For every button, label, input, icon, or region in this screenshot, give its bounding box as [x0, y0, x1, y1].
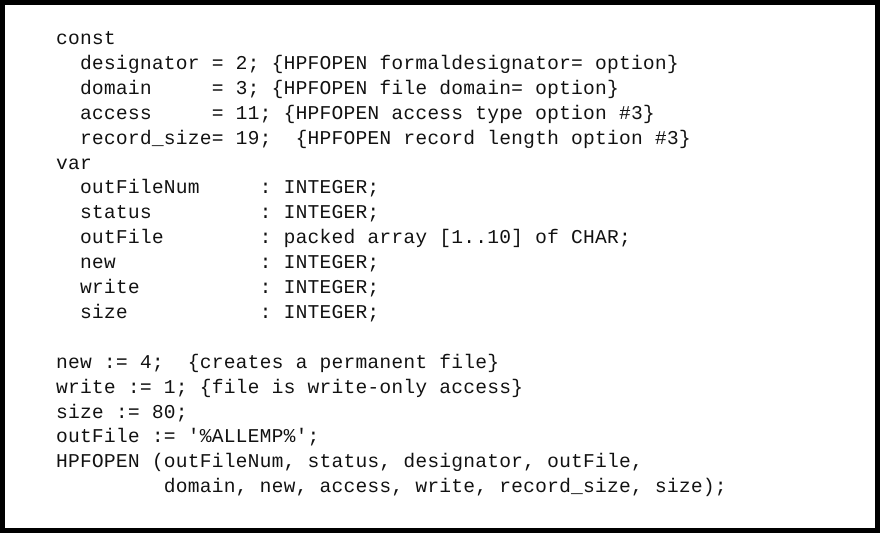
code-line: HPFOPEN (outFileNum, status, designator,… — [56, 451, 643, 474]
code-line: var — [56, 152, 92, 175]
code-line: size : INTEGER; — [56, 301, 380, 324]
code-line: access = 11; {HPFOPEN access type option… — [56, 102, 655, 125]
code-line: designator = 2; {HPFOPEN formaldesignato… — [56, 52, 679, 75]
code-line: outFile := '%ALLEMP%'; — [56, 426, 320, 449]
code-line: outFile : packed array [1..10] of CHAR; — [56, 227, 631, 250]
code-line: domain, new, access, write, record_size,… — [56, 476, 727, 499]
code-figure: const designator = 2; {HPFOPEN formaldes… — [0, 0, 880, 533]
code-line: domain = 3; {HPFOPEN file domain= option… — [56, 77, 619, 100]
code-line: write : INTEGER; — [56, 277, 380, 300]
code-line: record_size= 19; {HPFOPEN record length … — [56, 127, 691, 150]
code-line: new : INTEGER; — [56, 252, 380, 275]
code-line: write := 1; {file is write-only access} — [56, 376, 524, 399]
code-line: new := 4; {creates a permanent file} — [56, 351, 500, 374]
code-line: outFileNum : INTEGER; — [56, 177, 380, 200]
code-line: status : INTEGER; — [56, 202, 380, 225]
code-line: const — [56, 28, 116, 50]
code-listing: const designator = 2; {HPFOPEN formaldes… — [5, 18, 875, 528]
code-line: size := 80; — [56, 401, 188, 424]
